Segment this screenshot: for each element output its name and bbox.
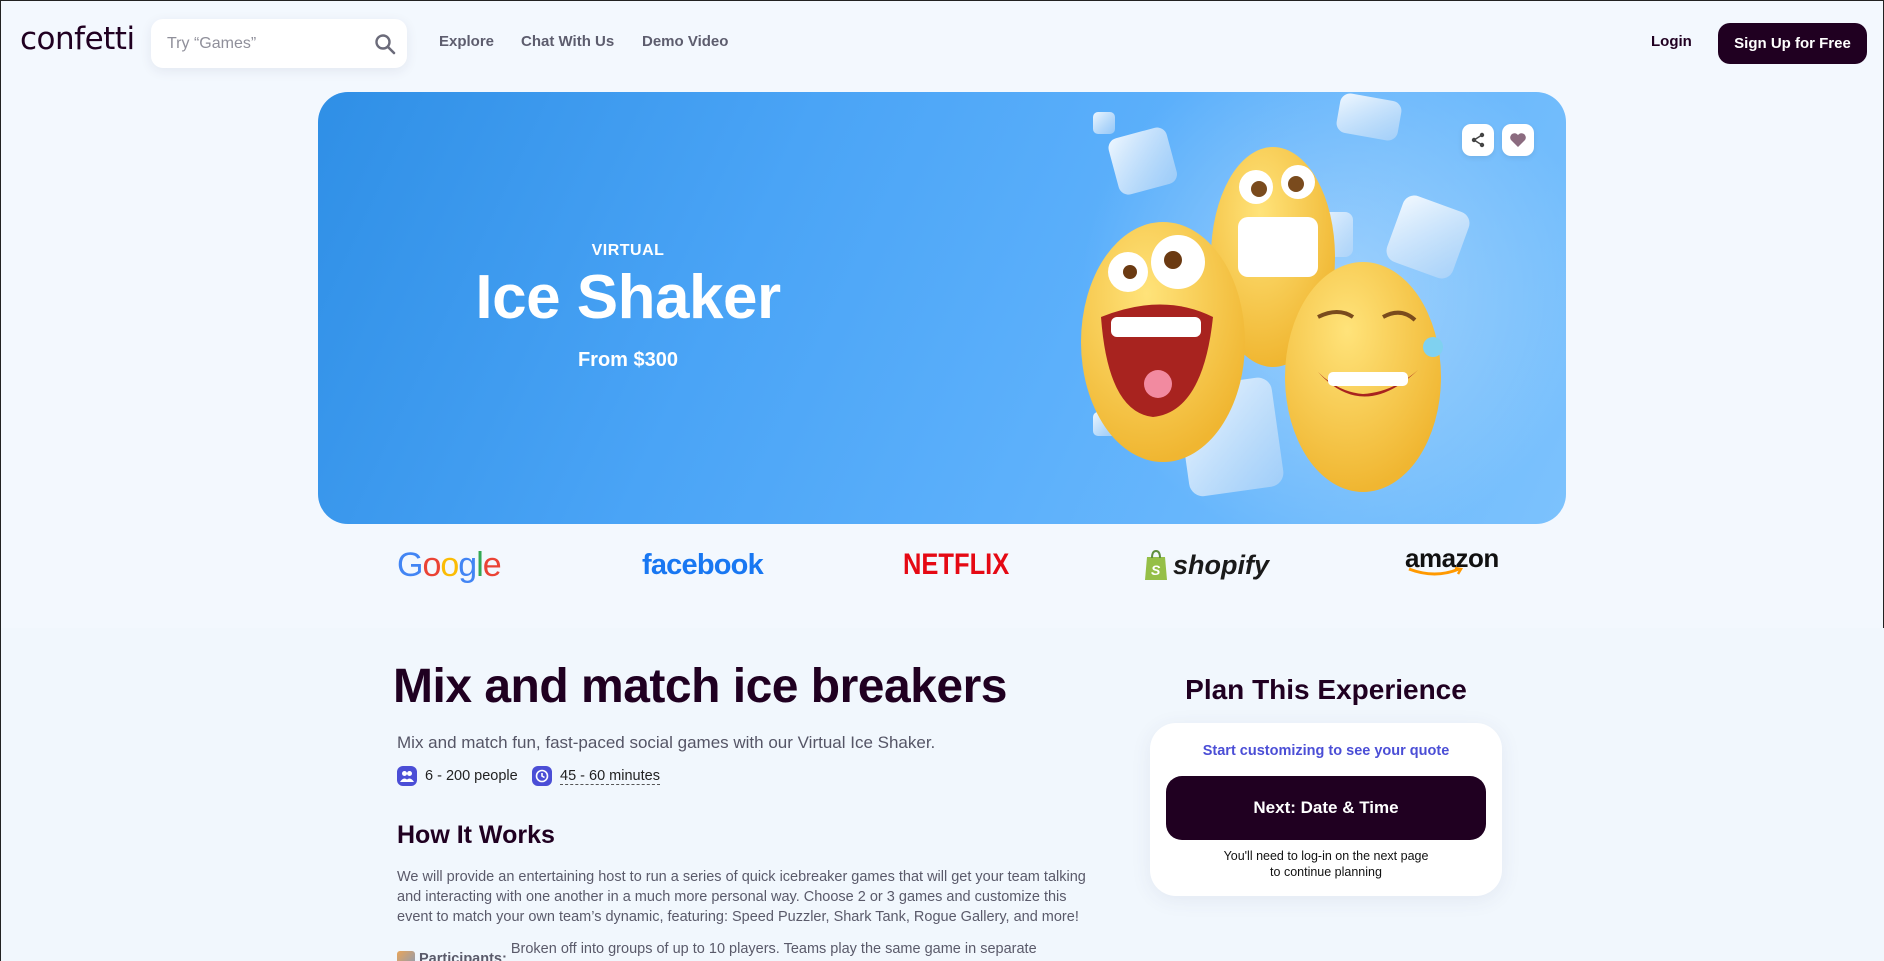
login-note-line1: You'll need to log-in on the next page [1223, 849, 1429, 863]
hero-kicker: VIRTUAL [591, 242, 665, 259]
group-size: 6 - 200 people [397, 766, 518, 786]
shopify-logo: S shopify [1143, 545, 1269, 585]
login-note-line2: to continue planning [1270, 865, 1382, 879]
search-icon[interactable] [374, 33, 396, 55]
search-box[interactable] [151, 19, 407, 68]
share-icon [1471, 132, 1485, 148]
duration[interactable]: 45 - 60 minutes [532, 766, 660, 786]
page-title: Mix and match ice breakers [393, 660, 1007, 713]
hero-banner: VIRTUAL Ice Shaker From $300 [318, 92, 1566, 524]
shopify-bag-icon: S [1145, 549, 1167, 580]
participants-icon [397, 951, 415, 961]
search-input[interactable] [167, 34, 374, 53]
confetti-logo[interactable]: confetti [20, 21, 135, 57]
svg-text:S: S [1151, 562, 1161, 578]
top-nav: confetti Explore Chat With Us Demo Video… [1, 1, 1884, 87]
login-link[interactable]: Login [1651, 33, 1692, 50]
nav-chat-with-us[interactable]: Chat With Us [521, 33, 614, 50]
facebook-logo: facebook [642, 548, 764, 581]
client-logos-row: Google facebook NETFLIX S shopify amazon [1, 531, 1884, 627]
ice-shaker-characters-illustration [1081, 93, 1470, 497]
google-logo: Google [397, 545, 502, 584]
nav-demo-video[interactable]: Demo Video [642, 33, 728, 50]
amazon-logo: amazon [1405, 545, 1499, 585]
nav-explore[interactable]: Explore [439, 33, 494, 50]
duration-text[interactable]: 45 - 60 minutes [560, 768, 660, 785]
how-it-works-text: We will provide an entertaining host to … [397, 869, 1086, 925]
participants-text: Broken off into groups of up to 10 playe… [510, 941, 1037, 957]
how-it-works-heading: How It Works [397, 821, 555, 849]
next-date-time-button[interactable]: Next: Date & Time [1166, 776, 1486, 840]
plan-title: Plan This Experience [1185, 674, 1467, 705]
hero-title: Ice Shaker [475, 263, 781, 332]
netflix-logo: NETFLIX [903, 548, 1010, 581]
amazon-smile-icon [1408, 567, 1464, 576]
share-button[interactable] [1462, 124, 1494, 156]
heart-icon [1510, 133, 1526, 147]
people-icon [397, 766, 417, 786]
signup-button[interactable]: Sign Up for Free [1718, 23, 1867, 64]
shopify-wordmark: shopify [1173, 549, 1270, 580]
hero-price: From $300 [577, 349, 679, 371]
login-note: You'll need to log-in on the next page t… [1150, 848, 1502, 880]
plan-card: Start customizing to see your quote Next… [1150, 723, 1502, 896]
participants-info: Participants: Broken off into groups of … [397, 939, 1097, 961]
event-subtitle: Mix and match fun, fast-paced social gam… [397, 733, 936, 752]
favorite-button[interactable] [1502, 124, 1534, 156]
plan-hint: Start customizing to see your quote [1202, 743, 1450, 759]
clock-icon [532, 766, 552, 786]
group-size-text: 6 - 200 people [425, 768, 518, 784]
participants-label: Participants: [419, 951, 507, 961]
